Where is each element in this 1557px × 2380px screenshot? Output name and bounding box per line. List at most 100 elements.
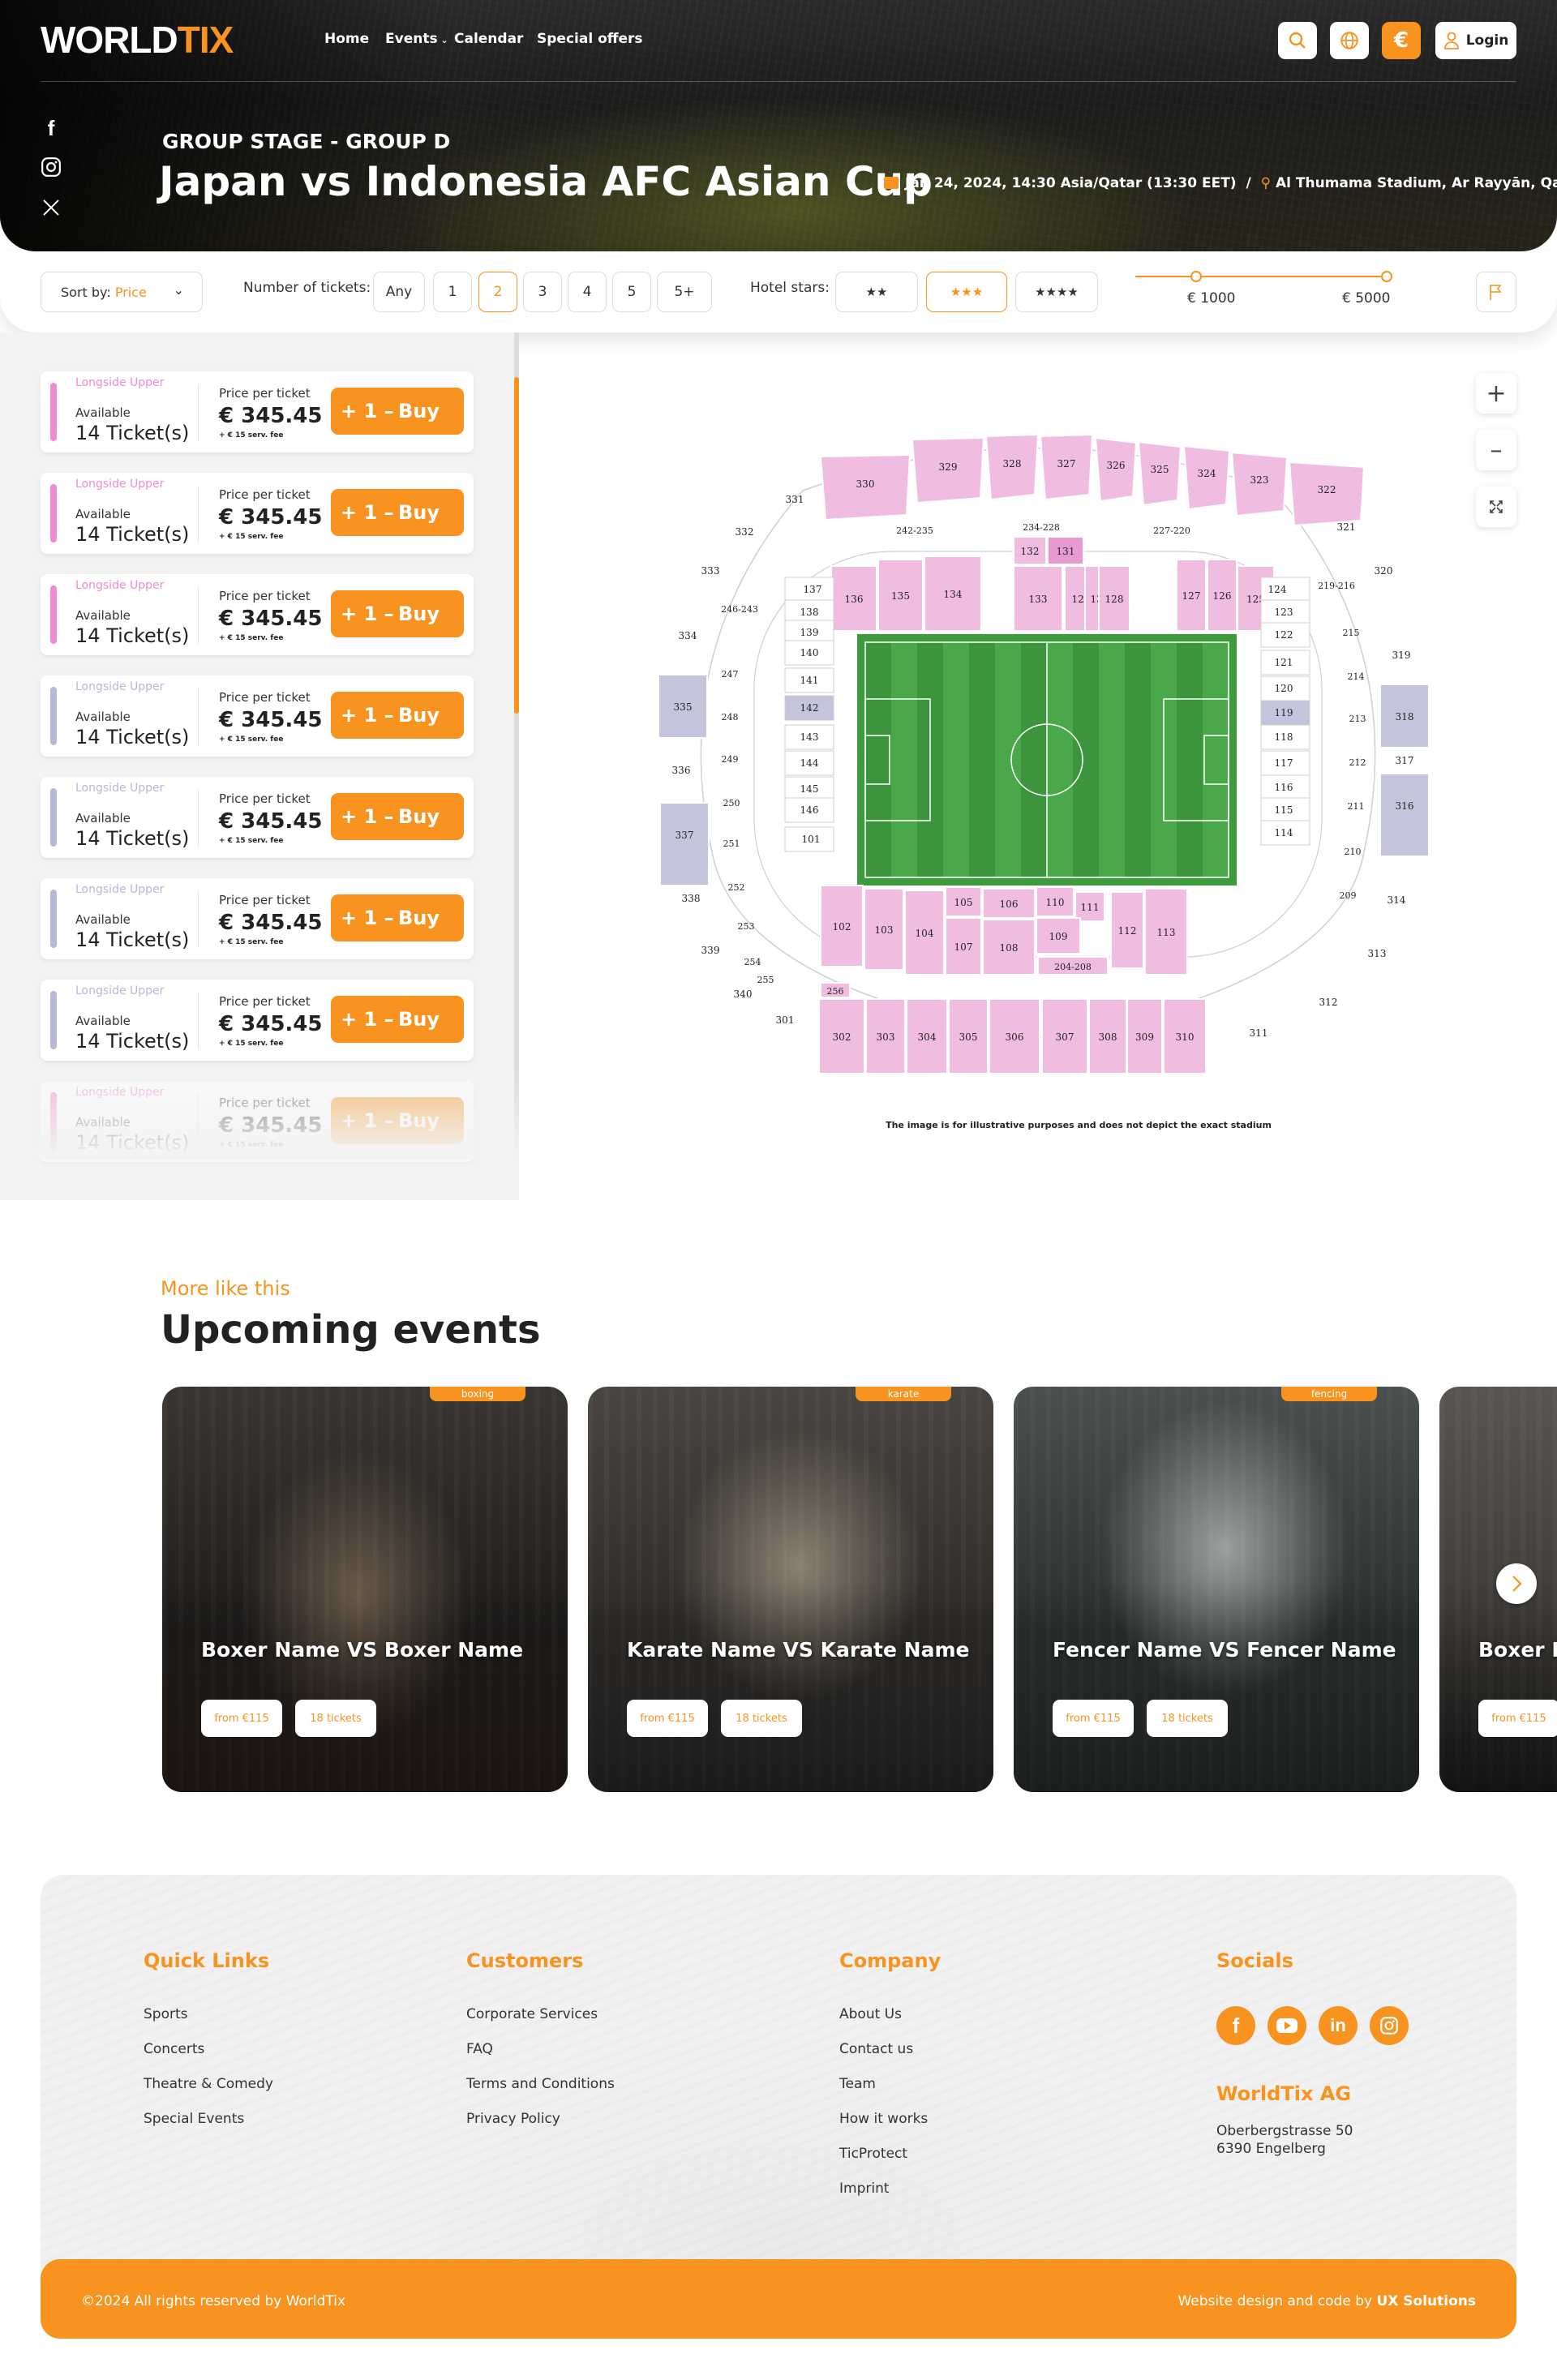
ticket-card[interactable]: Longside UpperAvailable14 Ticket(s)Price… [41, 574, 474, 655]
section-label[interactable]: 141 [800, 675, 819, 686]
footer-linkedin-button[interactable]: in [1319, 2006, 1358, 2045]
section-label[interactable]: 340 [734, 988, 753, 1000]
carousel-next-button[interactable] [1496, 1563, 1537, 1604]
buy-button[interactable]: + 1 –Buy [331, 894, 464, 941]
event-tickets-pill[interactable]: 18 tickets [1147, 1700, 1228, 1737]
section-label[interactable]: 336 [672, 765, 691, 776]
section-label[interactable]: 114 [1275, 827, 1293, 838]
section-label[interactable]: 256 [827, 986, 844, 997]
section-label[interactable]: 109 [1049, 931, 1068, 942]
section-label[interactable]: 128 [1105, 594, 1124, 605]
section-label[interactable]: 252 [728, 882, 745, 893]
tickets-option-5plus[interactable]: 5+ [657, 272, 712, 312]
section-label[interactable]: 234-228 [1023, 522, 1060, 533]
section-label[interactable]: 144 [800, 757, 819, 769]
section-label[interactable]: 247 [722, 669, 739, 680]
flag-filter-button[interactable] [1476, 272, 1516, 312]
section-label[interactable]: 107 [954, 941, 973, 953]
section-label[interactable]: 316 [1396, 800, 1414, 812]
section-label[interactable]: 334 [679, 630, 697, 641]
section-label[interactable]: 301 [776, 1014, 795, 1026]
instagram-link[interactable] [41, 157, 62, 178]
stars-option-4[interactable]: ★★★★ [1015, 272, 1098, 312]
slider-handle-max[interactable] [1381, 271, 1392, 282]
section-label[interactable]: 104 [916, 928, 934, 939]
section-label[interactable]: 318 [1396, 711, 1414, 723]
footer-link-quick[interactable]: Theatre & Comedy [144, 2076, 273, 2092]
section-label[interactable]: 111 [1081, 902, 1100, 913]
section-label[interactable]: 246-243 [721, 604, 758, 615]
language-button[interactable] [1330, 22, 1369, 59]
zoom-in-button[interactable]: + [1476, 373, 1516, 414]
section-label[interactable]: 110 [1046, 897, 1065, 908]
tickets-option-3[interactable]: 3 [523, 272, 562, 312]
section-label[interactable]: 311 [1250, 1027, 1268, 1039]
footer-link-quick[interactable]: Special Events [144, 2111, 244, 2127]
scrollbar-thumb[interactable] [514, 377, 519, 714]
stars-option-2[interactable]: ★★ [835, 272, 918, 312]
credit-link[interactable]: UX Solutions [1376, 2293, 1476, 2309]
tickets-option-4[interactable]: 4 [568, 272, 607, 312]
zoom-out-button[interactable]: – [1476, 430, 1516, 470]
section-label[interactable]: 317 [1396, 755, 1414, 766]
section-label[interactable]: 307 [1056, 1031, 1074, 1043]
section-label[interactable]: 214 [1348, 671, 1365, 682]
section-label[interactable]: 326 [1107, 460, 1126, 471]
section-label[interactable]: 120 [1275, 683, 1293, 694]
section-label[interactable]: 324 [1198, 468, 1216, 479]
footer-link-customers[interactable]: Corporate Services [466, 2006, 598, 2022]
footer-link-company[interactable]: About Us [839, 2006, 902, 2022]
section-label[interactable]: 131 [1057, 546, 1075, 557]
section-label[interactable]: 213 [1349, 714, 1366, 724]
tickets-option-5[interactable]: 5 [612, 272, 651, 312]
footer-link-company[interactable]: TicProtect [839, 2146, 907, 2162]
section-label[interactable]: 332 [736, 526, 754, 538]
quantity-stepper[interactable]: + 1 – [341, 603, 394, 625]
section-label[interactable]: 329 [939, 461, 958, 473]
nav-special-offers[interactable]: Special offers [537, 31, 643, 47]
footer-link-customers[interactable]: Privacy Policy [466, 2111, 560, 2127]
search-button[interactable] [1278, 22, 1317, 59]
section-label[interactable]: 133 [1029, 594, 1048, 605]
buy-button[interactable]: + 1 –Buy [331, 388, 464, 435]
section-label[interactable]: 335 [674, 701, 693, 713]
section-label[interactable]: 248 [722, 712, 739, 723]
section-label[interactable]: 319 [1392, 650, 1411, 661]
event-tickets-pill[interactable]: 18 tickets [721, 1700, 802, 1737]
currency-button[interactable]: € [1382, 22, 1421, 59]
footer-link-quick[interactable]: Sports [144, 2006, 188, 2022]
section-label[interactable]: 140 [800, 647, 819, 658]
section-label[interactable]: 106 [1000, 898, 1019, 910]
section-label[interactable]: 305 [959, 1031, 978, 1043]
section-label[interactable]: 132 [1021, 546, 1040, 557]
event-price-pill[interactable]: from €115 [1053, 1700, 1134, 1737]
section-label[interactable]: 333 [701, 565, 720, 577]
footer-link-company[interactable]: Imprint [839, 2181, 890, 2197]
event-card[interactable]: boxing Boxer Name VS Boxer Name from €115 1… [162, 1387, 568, 1792]
section-label[interactable]: 242-235 [896, 525, 933, 536]
quantity-stepper[interactable]: + 1 – [341, 805, 394, 828]
section-label[interactable]: 145 [800, 783, 819, 795]
section-label[interactable]: 127 [1182, 590, 1201, 602]
event-price-pill[interactable]: from €115 [201, 1700, 282, 1737]
ticket-card[interactable]: Longside UpperAvailable14 Ticket(s)Price… [41, 675, 474, 757]
section-label[interactable]: 330 [856, 478, 875, 490]
section-label[interactable]: 304 [918, 1031, 937, 1043]
footer-link-quick[interactable]: Concerts [144, 2041, 204, 2057]
footer-instagram-button[interactable] [1370, 2006, 1409, 2045]
footer-link-company[interactable]: How it works [839, 2111, 928, 2127]
x-link[interactable] [41, 197, 62, 218]
section-label[interactable]: 123 [1275, 607, 1293, 618]
footer-link-company[interactable]: Contact us [839, 2041, 913, 2057]
section-label[interactable]: 115 [1275, 804, 1293, 816]
event-price-pill[interactable]: from €115 [627, 1700, 708, 1737]
section-label[interactable]: 310 [1176, 1031, 1195, 1043]
section-label[interactable]: 322 [1318, 484, 1336, 495]
section-label[interactable]: 314 [1388, 894, 1406, 906]
section-label[interactable]: 134 [944, 589, 963, 600]
section-label[interactable]: 227-220 [1153, 525, 1190, 536]
quantity-stepper[interactable]: + 1 – [341, 501, 394, 524]
tickets-option-2[interactable]: 2 [478, 272, 517, 312]
section-label[interactable]: 337 [676, 830, 694, 841]
section-label[interactable]: 116 [1275, 782, 1293, 793]
